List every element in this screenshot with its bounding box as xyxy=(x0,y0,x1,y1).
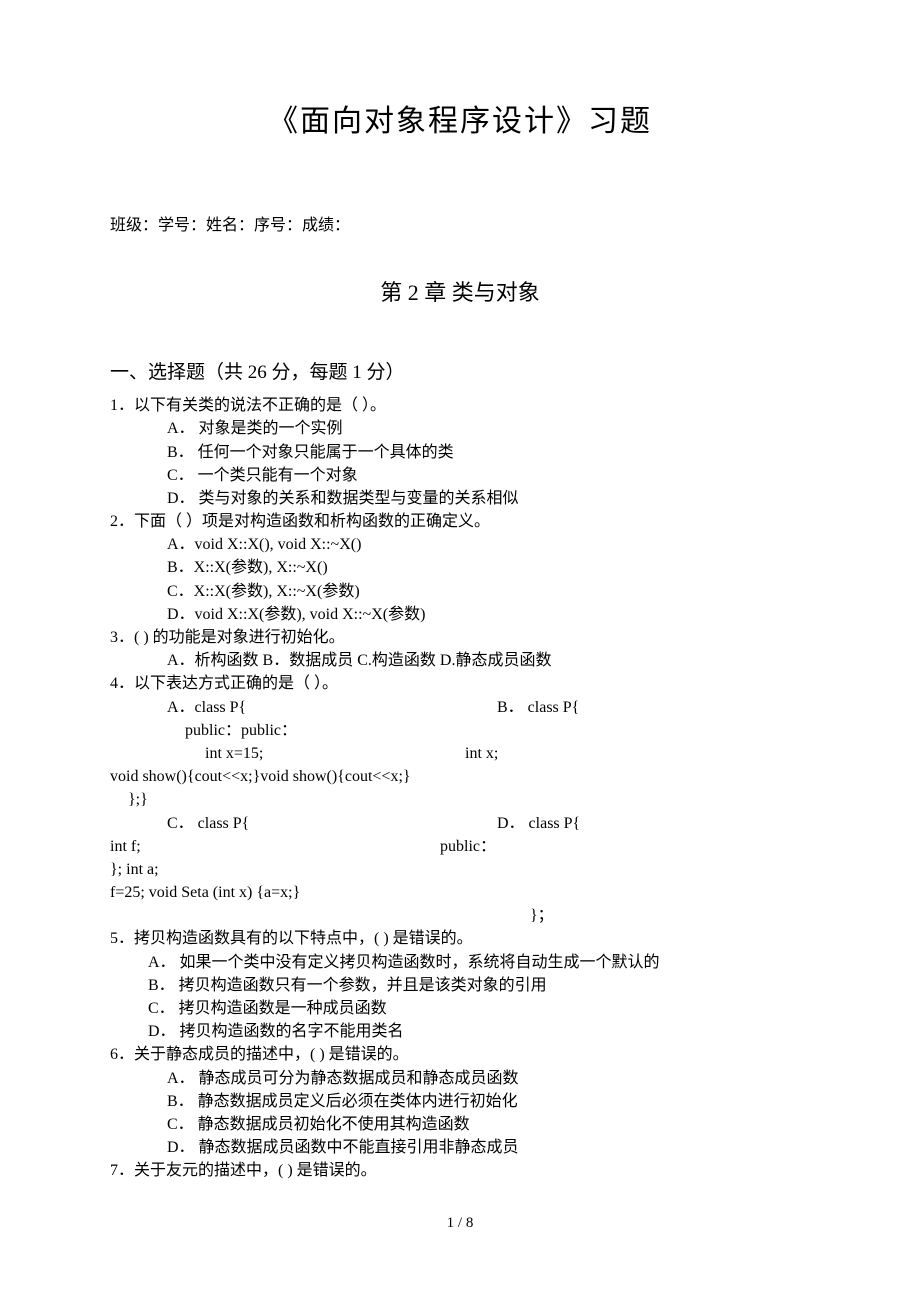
q4-row6-right: D． class P{ xyxy=(497,812,810,835)
q1-option-a: A． 对象是类的一个实例 xyxy=(110,417,810,440)
q6-option-c: C． 静态数据成员初始化不使用其构造函数 xyxy=(110,1113,810,1136)
q6-option-d: D． 静态数据成员函数中不能直接引用非静态成员 xyxy=(110,1136,810,1159)
q4-row4: void show(){cout<<x;}void show(){cout<<x… xyxy=(110,765,810,788)
question-5: 5．拷贝构造函数具有的以下特点中，( ) 是错误的。 A． 如果一个类中没有定义… xyxy=(110,927,810,1043)
section-1-heading: 一、选择题（共 26 分，每题 1 分） xyxy=(110,359,810,387)
q7-stem: 7．关于友元的描述中，( ) 是错误的。 xyxy=(110,1159,810,1182)
q4-row10: }； xyxy=(110,904,810,927)
q2-option-b: B．X::X(参数), X::~X() xyxy=(110,556,810,579)
q5-stem: 5．拷贝构造函数具有的以下特点中，( ) 是错误的。 xyxy=(110,927,810,950)
question-6: 6．关于静态成员的描述中，( ) 是错误的。 A． 静态成员可分为静态数据成员和… xyxy=(110,1043,810,1159)
q4-row6-left: C． class P{ xyxy=(167,812,497,835)
q2-option-d: D．void X::X(参数), void X::~X(参数) xyxy=(110,603,810,626)
q4-row7-left: int f; xyxy=(110,835,440,858)
q4-row3-left: int x=15; xyxy=(205,742,465,765)
question-7: 7．关于友元的描述中，( ) 是错误的。 xyxy=(110,1159,810,1182)
q5-option-b: B． 拷贝构造函数只有一个参数，并且是该类对象的引用 xyxy=(110,974,810,997)
question-4: 4．以下表达方式正确的是（ ）。 A．class P{ B． class P{ … xyxy=(110,672,810,927)
q4-row9: f=25; void Seta (int x) {a=x;} xyxy=(110,881,810,904)
q1-option-d: D． 类与对象的关系和数据类型与变量的关系相似 xyxy=(110,487,810,510)
q4-row1-right: B． class P{ xyxy=(497,696,810,719)
q3-stem: 3．( ) 的功能是对象进行初始化。 xyxy=(110,626,810,649)
q1-option-b: B． 任何一个对象只能属于一个具体的类 xyxy=(110,441,810,464)
q5-option-a: A． 如果一个类中没有定义拷贝构造函数时，系统将自动生成一个默认的 xyxy=(110,951,810,974)
chapter-heading: 第 2 章 类与对象 xyxy=(110,277,810,309)
q6-stem: 6．关于静态成员的描述中，( ) 是错误的。 xyxy=(110,1043,810,1066)
q4-row1-left: A．class P{ xyxy=(167,696,497,719)
q6-option-b: B． 静态数据成员定义后必须在类体内进行初始化 xyxy=(110,1090,810,1113)
page-number: 1 / 8 xyxy=(110,1213,810,1235)
q5-option-d: D． 拷贝构造函数的名字不能用类名 xyxy=(110,1020,810,1043)
q1-option-c: C． 一个类只能有一个对象 xyxy=(110,464,810,487)
q4-row7-right: public： xyxy=(440,835,496,858)
q4-row2: public：public： xyxy=(110,719,810,742)
q2-option-a: A．void X::X(), void X::~X() xyxy=(110,533,810,556)
q4-row3-right: int x; xyxy=(465,742,498,765)
q4-row5: };} xyxy=(110,788,810,811)
q6-option-a: A． 静态成员可分为静态数据成员和静态成员函数 xyxy=(110,1067,810,1090)
question-3: 3．( ) 的功能是对象进行初始化。 A．析构函数 B．数据成员 C.构造函数 … xyxy=(110,626,810,672)
q1-stem: 1．以下有关类的说法不正确的是（ ）。 xyxy=(110,394,810,417)
question-1: 1．以下有关类的说法不正确的是（ ）。 A． 对象是类的一个实例 B． 任何一个… xyxy=(110,394,810,510)
q2-stem: 2．下面（ ）项是对构造函数和析构函数的正确定义。 xyxy=(110,510,810,533)
document-title: 《面向对象程序设计》习题 xyxy=(110,100,810,144)
q4-stem: 4．以下表达方式正确的是（ ）。 xyxy=(110,672,810,695)
q5-option-c: C． 拷贝构造函数是一种成员函数 xyxy=(110,997,810,1020)
q3-options: A．析构函数 B．数据成员 C.构造函数 D.静态成员函数 xyxy=(110,649,810,672)
q2-option-c: C．X::X(参数), X::~X(参数) xyxy=(110,580,810,603)
student-info-line: 班级：学号：姓名：序号：成绩： xyxy=(110,214,810,237)
q4-row8: }; int a; xyxy=(110,858,810,881)
question-2: 2．下面（ ）项是对构造函数和析构函数的正确定义。 A．void X::X(),… xyxy=(110,510,810,626)
